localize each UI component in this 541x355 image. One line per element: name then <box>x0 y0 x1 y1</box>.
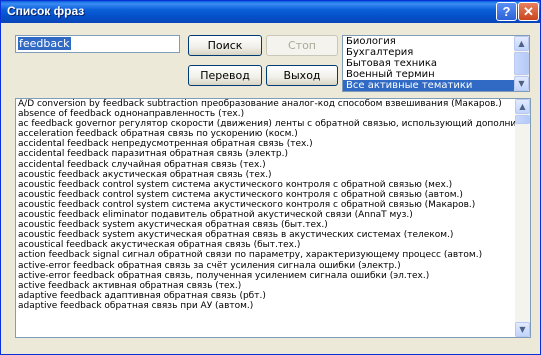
phrase-list-item[interactable]: acoustic feedback акустическая обратная … <box>16 170 530 180</box>
help-icon: ? <box>502 4 511 19</box>
phrase-list-item[interactable]: acoustic feedback system акустическая об… <box>16 220 530 230</box>
topic-item[interactable]: Военный термин <box>343 69 529 80</box>
close-button[interactable]: ✕ <box>518 2 539 21</box>
phrase-list-item[interactable]: acoustic feedback control system система… <box>16 180 530 190</box>
help-button[interactable]: ? <box>496 2 517 21</box>
phrase-list-item[interactable]: adaptive feedback адаптивная обратная св… <box>16 291 530 301</box>
phrase-scroll-thumb[interactable] <box>515 115 530 124</box>
topic-item[interactable]: Бытовая техника <box>343 58 529 69</box>
scroll-up-icon[interactable]: ▲ <box>514 36 529 51</box>
phrase-list-item[interactable]: active feedback активная обратная связь … <box>16 281 530 291</box>
phrase-list-item[interactable]: acoustic feedback system акустическая об… <box>16 230 530 240</box>
topic-item[interactable]: Бухгалтерия <box>343 47 529 58</box>
title-bar[interactable]: Список фраз ? ✕ <box>1 1 540 23</box>
stop-button[interactable]: Стоп <box>266 35 338 56</box>
close-icon: ✕ <box>523 4 534 19</box>
search-button[interactable]: Поиск <box>188 35 262 56</box>
phrase-list-item[interactable]: action feedback signal сигнал обратной с… <box>16 250 530 260</box>
topic-item[interactable]: Биология <box>343 36 529 47</box>
phrase-list-item[interactable]: active-error feedback обратная связь за … <box>16 261 530 271</box>
phrase-list-window: Список фраз ? ✕ feedback Поиск Стоп Пере… <box>0 0 541 355</box>
window-title: Список фраз <box>7 4 85 18</box>
phrase-scrollbar[interactable]: ▲ ▼ <box>515 99 530 337</box>
phrase-list[interactable]: A/D conversion by feedback subtraction п… <box>15 98 531 338</box>
phrase-list-item[interactable]: acoustic feedback control system система… <box>16 190 530 200</box>
phrase-list-item[interactable]: accidental feedback непредусмотренная об… <box>16 139 530 149</box>
topic-scroll-thumb[interactable] <box>514 52 529 75</box>
phrase-list-item[interactable]: A/D conversion by feedback subtraction п… <box>16 99 530 109</box>
scroll-down-icon[interactable]: ▼ <box>514 76 529 91</box>
phrase-list-item[interactable]: ac feedback governor регулятор скорости … <box>16 119 530 129</box>
phrase-list-item[interactable]: adaptive feedback обратная связь при АУ … <box>16 301 530 311</box>
search-input[interactable]: feedback <box>15 35 180 53</box>
phrase-list-item[interactable]: acoustic feedback control system система… <box>16 200 530 210</box>
phrase-list-item[interactable]: absence of feedback однонаправленность (… <box>16 109 530 119</box>
phrase-list-item[interactable]: acoustic feedback eliminator подавитель … <box>16 210 530 220</box>
exit-button[interactable]: Выход <box>266 65 338 86</box>
translate-button[interactable]: Перевод <box>188 65 262 86</box>
search-input-value: feedback <box>18 37 71 50</box>
phrase-list-item[interactable]: active-error feedback обратная связь, по… <box>16 271 530 281</box>
phrase-list-item[interactable]: accidental feedback паразитная обратная … <box>16 149 530 159</box>
topic-scrollbar[interactable]: ▲ ▼ <box>514 36 529 91</box>
phrase-list-item[interactable]: acceleration feedback обратная связь по … <box>16 129 530 139</box>
phrase-list-item[interactable]: acoustical feedback акустическая обратна… <box>16 240 530 250</box>
topic-item-selected[interactable]: Все активные тематики <box>343 80 529 91</box>
scroll-up-icon[interactable]: ▲ <box>515 99 530 114</box>
phrase-list-item[interactable]: accidental feedback случайная обратная с… <box>16 160 530 170</box>
topic-list[interactable]: Биология Бухгалтерия Бытовая техника Вое… <box>342 35 530 92</box>
scroll-down-icon[interactable]: ▼ <box>515 322 530 337</box>
